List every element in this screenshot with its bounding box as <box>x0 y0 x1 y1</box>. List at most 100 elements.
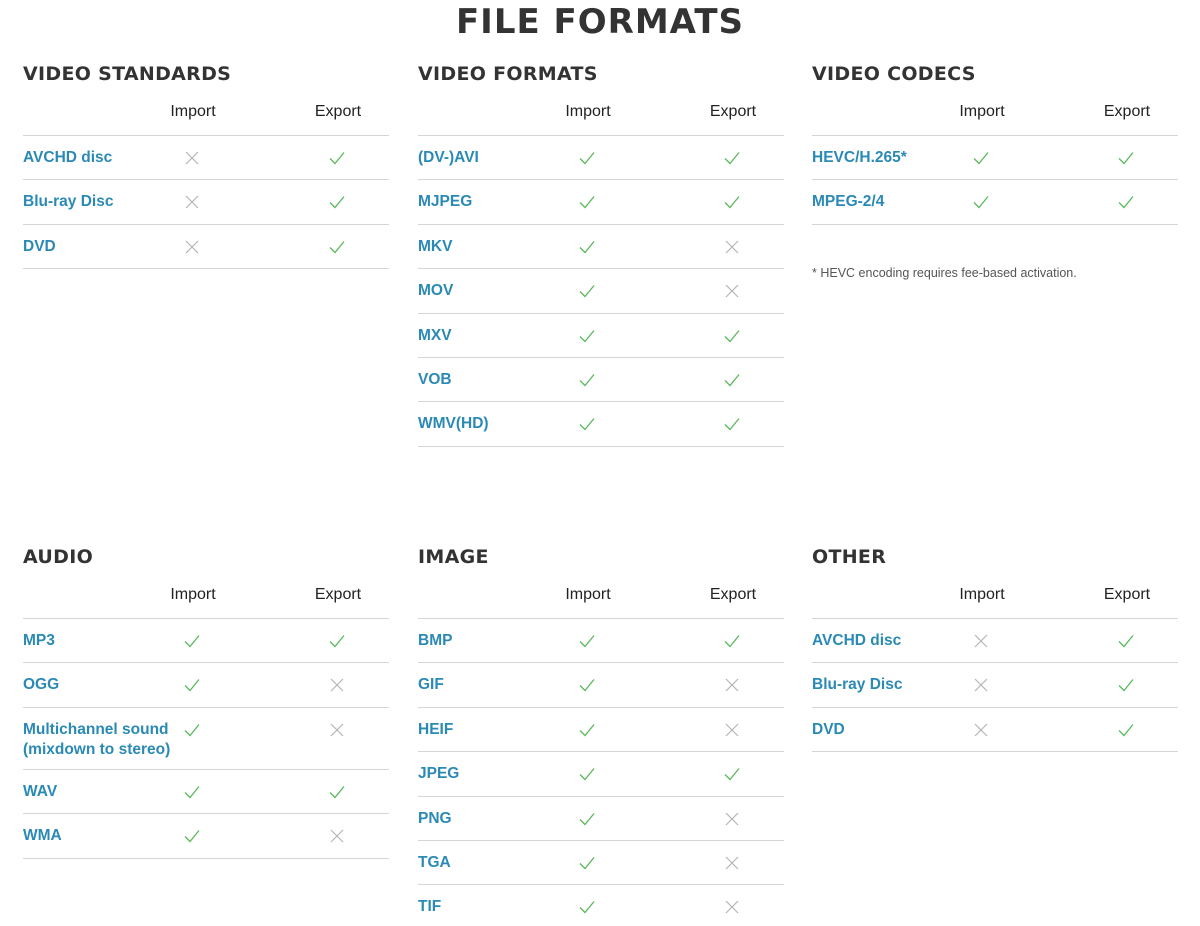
table-row: VOB <box>418 358 784 403</box>
import-column-header: Import <box>959 586 1005 603</box>
import-column-header: Import <box>565 586 611 603</box>
table-row: MJPEG <box>418 180 784 225</box>
cross-icon <box>972 632 990 650</box>
check-icon <box>723 415 741 433</box>
check-icon <box>1117 193 1135 211</box>
table-row: OGG <box>23 663 389 708</box>
cross-icon <box>183 149 201 167</box>
check-icon <box>578 765 596 783</box>
check-icon <box>328 783 346 801</box>
cross-icon <box>723 282 741 300</box>
format-name: WAV <box>23 782 58 800</box>
check-icon <box>578 721 596 739</box>
format-name: VOB <box>418 370 452 388</box>
cross-icon <box>328 676 346 694</box>
table-row: Blu-ray Disc <box>812 663 1178 708</box>
format-name: MXV <box>418 326 452 344</box>
format-name: DVD <box>812 720 845 738</box>
check-icon <box>1117 676 1135 694</box>
check-icon <box>1117 632 1135 650</box>
cross-icon <box>183 193 201 211</box>
format-name: WMA <box>23 827 62 845</box>
table-row: AVCHD disc <box>812 619 1178 664</box>
table-row: AVCHD disc <box>23 136 389 181</box>
check-icon <box>183 632 201 650</box>
check-icon <box>1117 149 1135 167</box>
table-row: TIF <box>418 885 784 926</box>
format-table: HEVC/H.265* MPEG-2/4 <box>812 135 1178 225</box>
format-name: AVCHD disc <box>23 149 113 166</box>
check-icon <box>723 193 741 211</box>
table-row: Multichannel sound (mixdown to stereo) <box>23 708 389 770</box>
section-title: VIDEO CODECS <box>812 63 976 85</box>
check-icon <box>578 327 596 345</box>
format-name: Blu-ray Disc <box>23 193 114 211</box>
format-name: MJPEG <box>418 193 473 211</box>
cross-icon <box>723 854 741 872</box>
check-icon <box>183 721 201 739</box>
section-title: OTHER <box>812 546 887 568</box>
format-name: TGA <box>418 853 451 871</box>
format-name: HEVC/H.265* <box>812 149 907 166</box>
format-name: Blu-ray Disc <box>812 676 903 694</box>
table-row: JPEG <box>418 752 784 797</box>
table-row: DVD <box>812 708 1178 753</box>
format-name: MKV <box>418 237 453 255</box>
format-name: Multichannel sound (mixdown to stereo) <box>23 720 171 758</box>
page-title: FILE FORMATS <box>455 2 745 42</box>
check-icon <box>723 632 741 650</box>
check-icon <box>578 282 596 300</box>
cross-icon <box>183 238 201 256</box>
table-row: (DV-)AVI <box>418 136 784 181</box>
import-column-header: Import <box>170 586 216 603</box>
cross-icon <box>723 898 741 916</box>
export-column-header: Export <box>314 586 362 603</box>
format-name: MPEG-2/4 <box>812 193 885 211</box>
cross-icon <box>723 676 741 694</box>
check-icon <box>578 371 596 389</box>
check-icon <box>1117 721 1135 739</box>
check-icon <box>578 810 596 828</box>
table-row: MOV <box>418 269 784 314</box>
check-icon <box>723 765 741 783</box>
check-icon <box>183 827 201 845</box>
import-column-header: Import <box>170 103 216 120</box>
format-table: AVCHD disc Blu-ray Disc DVD <box>812 618 1178 753</box>
hevc-footnote: * HEVC encoding requires fee-based activ… <box>812 266 1077 280</box>
check-icon <box>578 898 596 916</box>
table-row: GIF <box>418 663 784 708</box>
check-icon <box>578 632 596 650</box>
check-icon <box>578 415 596 433</box>
format-name: PNG <box>418 809 452 827</box>
check-icon <box>972 149 990 167</box>
table-row: MPEG-2/4 <box>812 180 1178 225</box>
table-row: WMV(HD) <box>418 402 784 447</box>
table-row: HEIF <box>418 708 784 753</box>
format-name: GIF <box>418 676 444 694</box>
table-row: MP3 <box>23 619 389 664</box>
export-column-header: Export <box>1103 103 1151 120</box>
cross-icon <box>723 721 741 739</box>
section-title: VIDEO FORMATS <box>418 63 598 85</box>
cross-icon <box>723 238 741 256</box>
export-column-header: Export <box>709 586 757 603</box>
format-name: TIF <box>418 898 442 916</box>
check-icon <box>723 371 741 389</box>
table-row: Blu-ray Disc <box>23 180 389 225</box>
cross-icon <box>723 810 741 828</box>
table-row: WAV <box>23 770 389 815</box>
table-row: MKV <box>418 225 784 270</box>
format-name: (DV-)AVI <box>418 149 479 166</box>
check-icon <box>183 783 201 801</box>
format-name: MP3 <box>23 632 55 649</box>
format-name: OGG <box>23 676 60 694</box>
section-title: IMAGE <box>418 546 489 568</box>
check-icon <box>328 238 346 256</box>
check-icon <box>578 676 596 694</box>
section-title: AUDIO <box>23 546 94 568</box>
import-column-header: Import <box>959 103 1005 120</box>
table-row: TGA <box>418 841 784 886</box>
format-name: DVD <box>23 237 56 255</box>
export-column-header: Export <box>314 103 362 120</box>
check-icon <box>328 193 346 211</box>
